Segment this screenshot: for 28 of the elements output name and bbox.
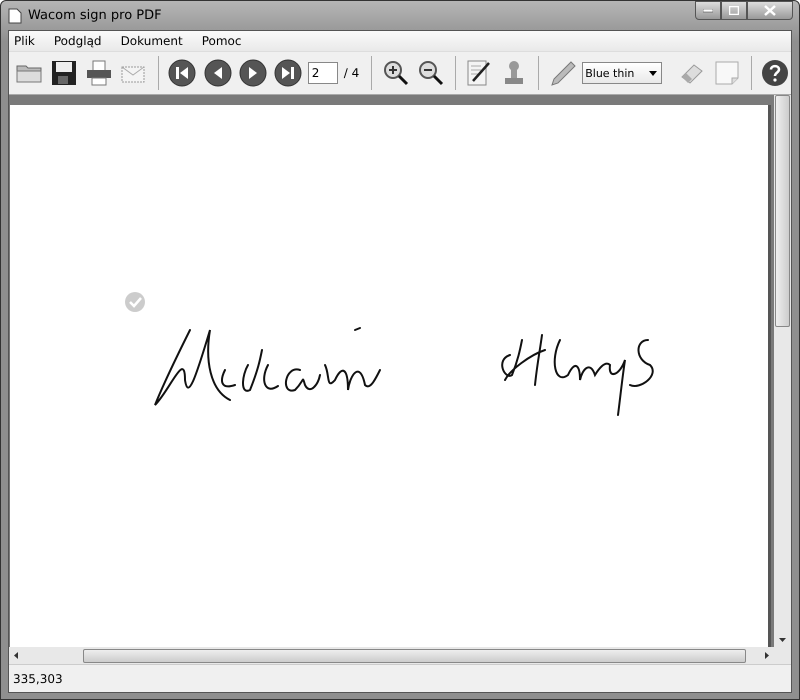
left-arrow-icon — [14, 652, 18, 659]
menu-item[interactable]: Dokument — [118, 34, 192, 48]
caret-icon — [649, 70, 658, 76]
pen-dropdown[interactable]: Blue thin — [582, 62, 662, 84]
menu-item[interactable]: Pomoc — [198, 34, 250, 48]
minimize-button[interactable] — [695, 1, 721, 20]
page-count: / 4 — [344, 66, 360, 80]
menu-item[interactable]: Podgląd — [50, 34, 111, 48]
minimize-icon — [703, 8, 713, 12]
first-page-icon[interactable] — [166, 57, 198, 89]
maximize-button[interactable] — [721, 1, 747, 20]
help-icon[interactable] — [760, 57, 791, 89]
close-button[interactable] — [747, 1, 793, 20]
window-title: Wacom sign pro PDF — [28, 8, 162, 23]
maximize-icon — [729, 6, 739, 15]
document-icon — [8, 8, 22, 24]
down-arrow-icon — [779, 638, 786, 642]
last-page-icon[interactable] — [272, 57, 304, 89]
menu-item[interactable]: Plik — [11, 34, 44, 48]
vertical-scrollbar[interactable] — [774, 95, 791, 647]
next-page-icon[interactable] — [237, 57, 268, 89]
horizontal-scrollbar[interactable] — [9, 647, 791, 664]
right-arrow-icon — [765, 652, 769, 659]
cursor-coordinates: 335,303 — [13, 672, 63, 686]
close-icon — [764, 5, 776, 16]
page-number-field[interactable]: 2 — [308, 62, 338, 84]
checkmark-icon — [124, 291, 146, 313]
previous-page-icon[interactable] — [202, 57, 234, 89]
